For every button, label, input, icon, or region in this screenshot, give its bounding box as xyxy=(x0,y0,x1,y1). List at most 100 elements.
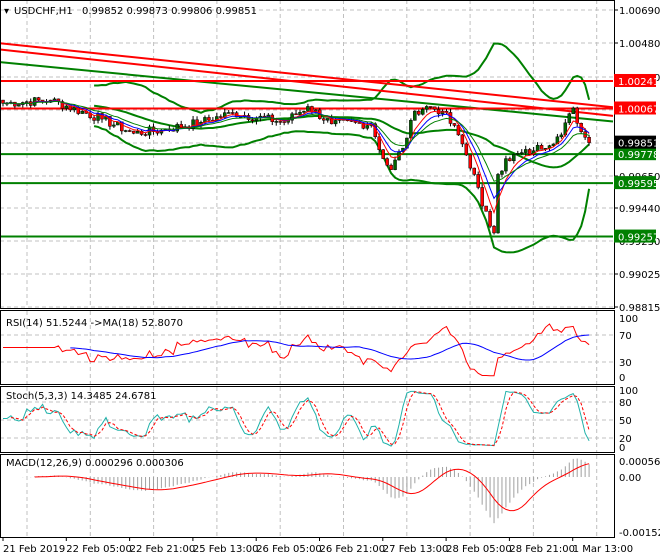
bull-candle xyxy=(135,130,140,134)
bull-candle xyxy=(333,120,338,125)
symbol-label: USDCHF,H1 xyxy=(14,6,73,17)
price-level-label: 0.99778 xyxy=(618,150,659,161)
price-level-label: 1.00067 xyxy=(618,104,659,115)
bear-candle xyxy=(381,149,385,159)
time-axis-label: 22 Feb 21:00 xyxy=(130,544,196,555)
bear-candle xyxy=(508,158,512,162)
price-axis-label: 1.00480 xyxy=(619,39,660,50)
bear-candle xyxy=(207,117,211,121)
bear-candle xyxy=(417,110,421,115)
stoch-axis-label: 80 xyxy=(619,398,632,409)
bear-candle xyxy=(587,136,591,143)
bear-candle xyxy=(377,136,381,150)
chart-window[interactable]: 1.006901.004801.002700.996500.994400.992… xyxy=(0,0,660,560)
bear-candle xyxy=(282,121,286,123)
macd-axis-label: -0.00152 xyxy=(619,528,660,539)
bear-candle xyxy=(476,174,480,188)
bull-candle xyxy=(520,152,524,154)
bull-candle xyxy=(424,106,429,110)
bear-candle xyxy=(230,112,235,114)
bear-candle xyxy=(575,107,579,124)
time-axis-label: 21 Feb 2019 xyxy=(3,544,65,555)
bear-candle xyxy=(322,118,326,121)
rsi-axis-label: 0 xyxy=(619,373,625,384)
bear-candle xyxy=(492,225,496,234)
bear-candle xyxy=(310,106,314,113)
bear-candle xyxy=(127,130,132,132)
bull-candle xyxy=(504,158,508,172)
bear-candle xyxy=(385,158,389,166)
time-axis-label: 27 Feb 13:00 xyxy=(383,544,449,555)
bear-candle xyxy=(294,113,298,116)
price-level-label: 1.00241 xyxy=(618,77,659,88)
rsi-axis-label: 100 xyxy=(619,314,638,325)
bear-candle xyxy=(484,205,488,212)
rsi-label: RSI(14) 51.5244 ->MA(18) 52.8070 xyxy=(6,318,183,329)
bollinger-lower xyxy=(93,125,591,254)
trendline xyxy=(0,42,614,109)
ohlc-readout: 0.99852 0.99873 0.99806 0.99851 xyxy=(82,6,257,17)
bear-candle xyxy=(179,124,183,128)
stoch-axis-label: 100 xyxy=(619,386,638,397)
bull-candle xyxy=(226,112,231,114)
bull-candle xyxy=(421,109,425,115)
price-level-label: 0.99257 xyxy=(618,233,659,244)
symbol-dropdown-icon[interactable]: ▾ xyxy=(4,6,9,17)
bull-candle xyxy=(112,124,116,127)
bull-candle xyxy=(393,159,397,170)
bear-candle xyxy=(460,134,465,145)
price-axis-label: 0.98815 xyxy=(619,303,660,314)
time-axis-label: 28 Feb 21:00 xyxy=(509,544,575,555)
bear-candle xyxy=(389,164,393,170)
time-axis-label: 1 Mar 13:00 xyxy=(573,544,633,555)
bull-candle xyxy=(25,101,29,103)
bull-candle xyxy=(298,112,302,116)
time-axis-label: 26 Feb 21:00 xyxy=(320,544,386,555)
chart-canvas[interactable]: 1.006901.004801.002700.996500.994400.992… xyxy=(0,0,660,560)
bear-candle xyxy=(432,106,437,110)
bear-candle xyxy=(468,154,473,169)
bear-candle xyxy=(448,112,453,124)
macd-axis-label: 0.00 xyxy=(619,473,641,484)
bull-candle xyxy=(512,154,516,162)
stoch-axis-label: 0 xyxy=(619,443,625,454)
bull-candle xyxy=(325,118,330,121)
bear-candle xyxy=(488,210,492,227)
trendline xyxy=(0,48,614,117)
bear-candle xyxy=(219,116,223,118)
bull-candle xyxy=(302,111,306,113)
bear-candle xyxy=(428,106,433,108)
current-price-label: 0.99851 xyxy=(618,139,659,150)
bear-candle xyxy=(480,187,484,207)
bull-candle xyxy=(80,110,84,114)
bear-candle xyxy=(250,119,255,121)
bull-candle xyxy=(571,107,575,114)
bear-candle xyxy=(36,97,41,101)
price-axis-label: 0.99440 xyxy=(619,204,660,215)
time-axis-label: 22 Feb 05:00 xyxy=(66,544,132,555)
macd-label: MACD(12,26,9) 0.000296 0.000306 xyxy=(6,458,184,469)
bull-candle xyxy=(500,170,504,175)
bull-candle xyxy=(306,106,310,112)
stoch-label: Stoch(5,3,3) 14.3485 24.6781 xyxy=(6,391,157,402)
bear-candle xyxy=(452,123,457,126)
bull-candle xyxy=(516,153,520,155)
macd-axis-label: 0.000564 xyxy=(619,457,660,468)
rsi-axis-label: 70 xyxy=(619,331,632,342)
bear-candle xyxy=(143,134,148,136)
bull-candle xyxy=(64,105,69,109)
bull-candle xyxy=(274,121,278,123)
time-axis-label: 25 Feb 13:00 xyxy=(193,544,259,555)
bull-candle xyxy=(535,145,540,151)
price-axis-label: 1.00690 xyxy=(619,6,660,17)
bull-candle xyxy=(559,134,564,138)
price-axis-label: 0.99025 xyxy=(619,270,660,281)
bear-candle xyxy=(131,130,136,134)
price-level-label: 0.99595 xyxy=(618,179,659,190)
bull-candle xyxy=(523,149,528,153)
bear-candle xyxy=(278,121,282,123)
stoch-axis-label: 50 xyxy=(619,416,632,427)
bear-candle xyxy=(539,145,544,150)
bear-candle xyxy=(464,143,469,156)
bull-candle xyxy=(413,110,417,121)
